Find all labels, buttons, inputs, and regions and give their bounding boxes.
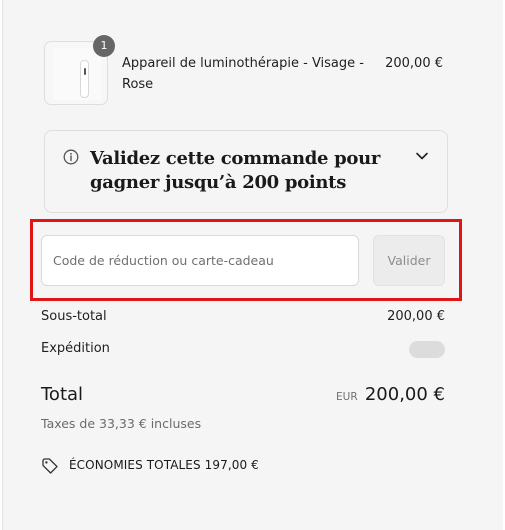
- device-image: [53, 48, 101, 100]
- shipping-label: Expédition: [41, 341, 110, 356]
- info-icon: [63, 149, 79, 165]
- product-name: Appareil de luminothérapie - Visage - Ro…: [122, 56, 364, 92]
- subtotal-label: Sous-total: [41, 309, 107, 324]
- shipping-loading-placeholder: [409, 341, 445, 358]
- rewards-title: Validez cette commande pour gagner jusqu…: [90, 148, 381, 193]
- total-savings: ÉCONOMIES TOTALES 197,00 €: [69, 458, 259, 472]
- taxes-note: Taxes de 33,33 € incluses: [41, 416, 202, 431]
- total-label: Total: [41, 384, 84, 405]
- total-value: 200,00 €: [364, 384, 445, 405]
- rewards-accordion[interactable]: Validez cette commande pour gagner jusqu…: [44, 130, 448, 213]
- chevron-down-icon[interactable]: [415, 151, 429, 161]
- discount-code-input[interactable]: [41, 235, 359, 286]
- product-price: 200,00 €: [385, 56, 443, 71]
- apply-discount-button[interactable]: Valider: [373, 235, 445, 286]
- tag-icon: [42, 458, 58, 474]
- light-therapy-device-icon: [80, 60, 89, 98]
- quantity-badge: 1: [93, 35, 115, 57]
- currency-code: EUR: [336, 391, 358, 403]
- subtotal-value: 200,00 €: [387, 309, 445, 324]
